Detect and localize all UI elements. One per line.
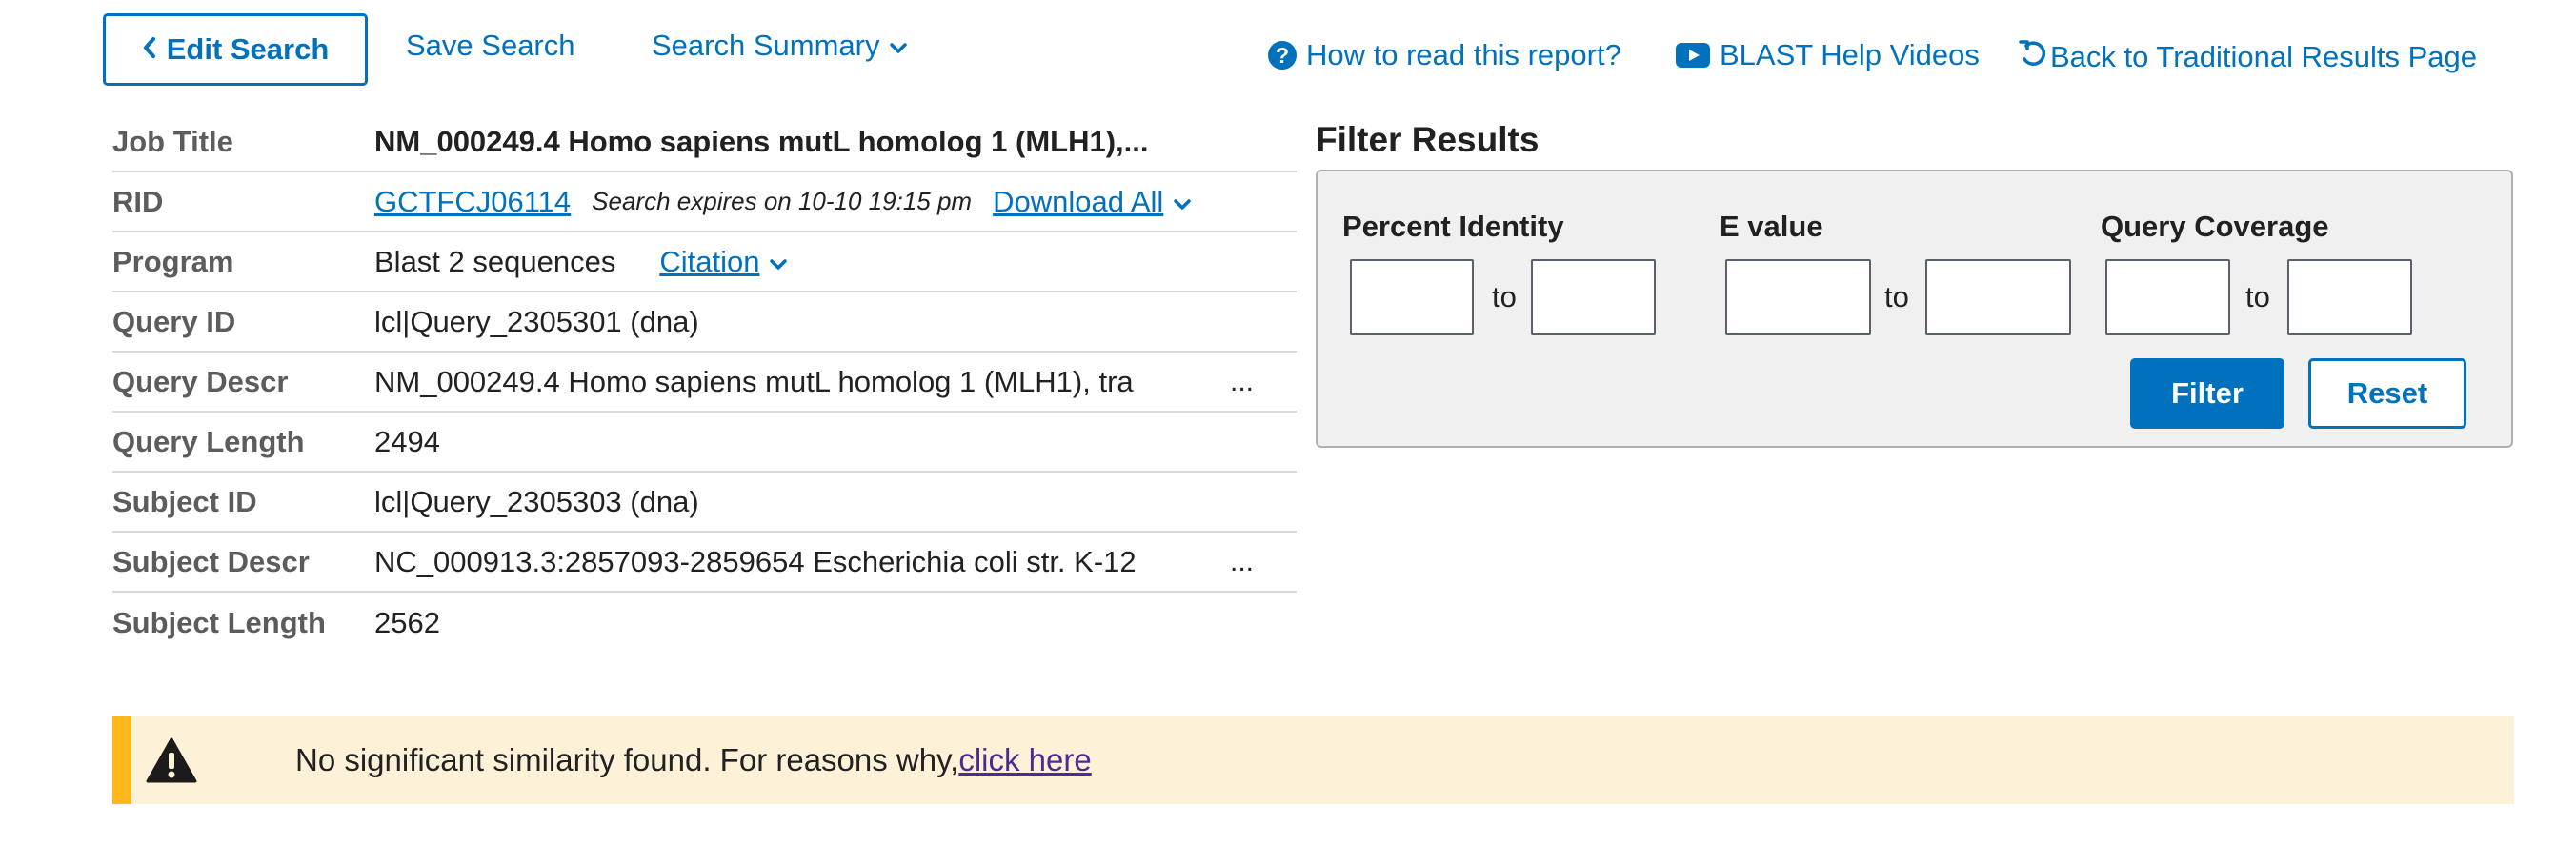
to-label: to bbox=[1492, 280, 1517, 313]
blast-help-videos-label: BLAST Help Videos bbox=[1720, 38, 1980, 71]
table-row: Query ID lcl|Query_2305301 (dna) bbox=[112, 292, 1297, 353]
table-row: Query Length 2494 bbox=[112, 413, 1297, 473]
query-id-value: lcl|Query_2305301 (dna) bbox=[374, 304, 699, 338]
citation-label: Citation bbox=[659, 244, 760, 278]
table-row: Subject ID lcl|Query_2305303 (dna) bbox=[112, 473, 1297, 533]
filter-button[interactable]: Filter bbox=[2130, 358, 2284, 429]
filter-results-heading: Filter Results bbox=[1316, 120, 1540, 159]
table-row: Subject Descr NC_000913.3:2857093-285965… bbox=[112, 533, 1297, 593]
warning-triangle-icon bbox=[143, 732, 200, 789]
blast-help-videos-link[interactable]: BLAST Help Videos bbox=[1676, 38, 1980, 72]
chevron-down-icon bbox=[1173, 185, 1192, 219]
query-descr-expand-button[interactable]: ... bbox=[1230, 366, 1254, 398]
edit-search-button[interactable]: Edit Search bbox=[103, 13, 368, 86]
question-circle-icon: ? bbox=[1268, 41, 1297, 70]
search-summary-dropdown[interactable]: Search Summary bbox=[652, 29, 908, 63]
how-to-read-link[interactable]: ? How to read this report? bbox=[1268, 38, 1621, 72]
program-value: Blast 2 sequences bbox=[374, 244, 616, 278]
back-to-traditional-label: Back to Traditional Results Page bbox=[2050, 40, 2478, 73]
table-row: Program Blast 2 sequences Citation bbox=[112, 232, 1297, 292]
query-coverage-label: Query Coverage bbox=[2101, 210, 2329, 243]
query-descr-value: NM_000249.4 Homo sapiens mutL homolog 1 … bbox=[374, 364, 1134, 398]
percent-identity-min-input[interactable] bbox=[1350, 259, 1474, 335]
alert-message-text: No significant similarity found. For rea… bbox=[295, 742, 959, 777]
query-coverage-max-input[interactable] bbox=[2287, 259, 2412, 335]
save-search-label: Save Search bbox=[406, 29, 575, 62]
edit-search-label: Edit Search bbox=[166, 32, 330, 66]
job-title-value: NM_000249.4 Homo sapiens mutL homolog 1 … bbox=[374, 124, 1149, 158]
to-label: to bbox=[1884, 280, 1909, 313]
job-title-label: Job Title bbox=[112, 124, 233, 158]
undo-arrow-icon bbox=[2018, 38, 2048, 76]
query-length-label: Query Length bbox=[112, 424, 305, 458]
search-info-table: Job Title NM_000249.4 Homo sapiens mutL … bbox=[112, 112, 1297, 653]
rid-link[interactable]: GCTFCJ06114 bbox=[374, 185, 571, 219]
search-summary-label: Search Summary bbox=[652, 29, 880, 62]
table-row: Subject Length 2562 bbox=[112, 593, 1297, 653]
e-value-max-input[interactable] bbox=[1925, 259, 2071, 335]
reset-button[interactable]: Reset bbox=[2308, 358, 2466, 429]
table-row: Job Title NM_000249.4 Homo sapiens mutL … bbox=[112, 112, 1297, 172]
click-here-link[interactable]: click here bbox=[958, 742, 1091, 777]
query-id-label: Query ID bbox=[112, 304, 236, 338]
chevron-left-icon bbox=[142, 32, 157, 67]
percent-identity-label: Percent Identity bbox=[1342, 210, 1564, 243]
subject-length-label: Subject Length bbox=[112, 605, 326, 639]
e-value-label: E value bbox=[1720, 210, 1823, 243]
subject-id-label: Subject ID bbox=[112, 484, 257, 518]
query-descr-label: Query Descr bbox=[112, 364, 289, 398]
percent-identity-max-input[interactable] bbox=[1531, 259, 1656, 335]
rid-label: RID bbox=[112, 184, 164, 218]
table-row: RID GCTFCJ06114 Search expires on 10-10 … bbox=[112, 172, 1297, 232]
subject-length-value: 2562 bbox=[374, 605, 440, 639]
no-similarity-alert: No significant similarity found. For rea… bbox=[112, 716, 2514, 804]
citation-dropdown[interactable]: Citation bbox=[659, 245, 788, 279]
download-all-label: Download All bbox=[993, 184, 1164, 218]
query-coverage-min-input[interactable] bbox=[2105, 259, 2230, 335]
back-to-traditional-link[interactable]: Back to Traditional Results Page bbox=[2018, 38, 2477, 76]
alert-message: No significant similarity found. For rea… bbox=[295, 742, 1092, 778]
subject-descr-label: Subject Descr bbox=[112, 544, 310, 578]
youtube-icon bbox=[1676, 43, 1710, 68]
subject-descr-value: NC_000913.3:2857093-2859654 Escherichia … bbox=[374, 544, 1137, 578]
program-label: Program bbox=[112, 244, 234, 278]
subject-id-value: lcl|Query_2305303 (dna) bbox=[374, 484, 699, 518]
how-to-read-label: How to read this report? bbox=[1306, 38, 1621, 71]
save-search-link[interactable]: Save Search bbox=[406, 29, 575, 63]
chevron-down-icon bbox=[889, 29, 908, 63]
download-all-dropdown[interactable]: Download All bbox=[993, 185, 1192, 219]
chevron-down-icon bbox=[769, 245, 788, 279]
subject-descr-expand-button[interactable]: ... bbox=[1230, 546, 1254, 578]
query-length-value: 2494 bbox=[374, 424, 440, 458]
to-label: to bbox=[2245, 280, 2270, 313]
rid-expires-text: Search expires on 10-10 19:15 pm bbox=[592, 187, 973, 215]
e-value-min-input[interactable] bbox=[1725, 259, 1871, 335]
table-row: Query Descr NM_000249.4 Homo sapiens mut… bbox=[112, 353, 1297, 413]
